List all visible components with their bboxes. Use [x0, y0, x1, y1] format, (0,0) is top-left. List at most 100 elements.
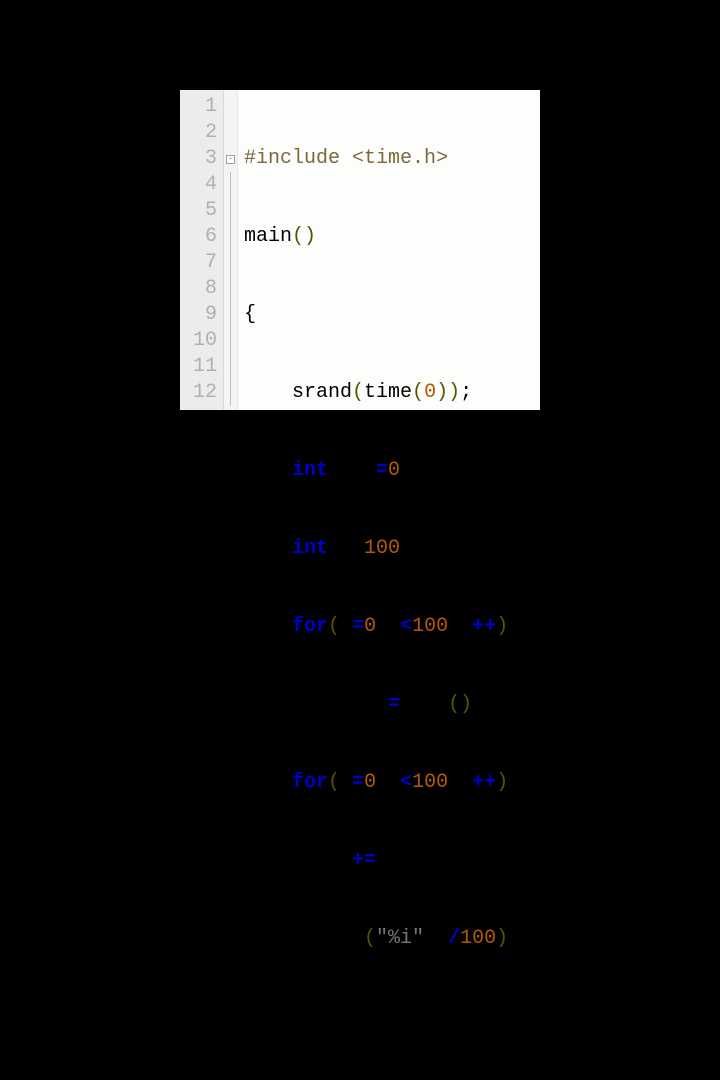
- operator-token: =: [352, 771, 364, 794]
- paren-token: ): [496, 927, 508, 950]
- paren-token: (: [328, 615, 340, 638]
- number-token: 100: [412, 615, 448, 638]
- line-number: 6: [180, 224, 217, 250]
- code-line: for(i=0;i<100;i++): [244, 770, 540, 796]
- brace-token: }: [244, 1005, 256, 1028]
- line-number: 2: [180, 120, 217, 146]
- number-token: 100: [412, 771, 448, 794]
- identifier-token: rand: [400, 693, 448, 716]
- paren-token: (: [412, 381, 424, 404]
- identifier-token: i: [460, 771, 472, 794]
- line-number: 8: [180, 276, 217, 302]
- bracket-token: ]: [376, 693, 388, 716]
- identifier-token: printf: [292, 927, 364, 950]
- operator-token: =: [376, 459, 388, 482]
- semicolon-token: ;: [460, 381, 472, 404]
- identifier-token: i: [340, 771, 352, 794]
- operator-token: ++: [472, 771, 496, 794]
- semicolon-token: ;: [472, 693, 484, 716]
- code-line: srand(time(0));: [244, 380, 540, 406]
- semicolon-token: ;: [376, 771, 388, 794]
- paren-token: (: [364, 927, 376, 950]
- line-number: 11: [180, 354, 217, 380]
- identifier-token: srand: [292, 381, 352, 404]
- identifier-token: a: [376, 849, 388, 872]
- semicolon-token: ;: [424, 849, 436, 872]
- operator-token: /: [448, 927, 460, 950]
- identifier-token: i: [364, 693, 376, 716]
- comma-token: ,: [424, 927, 436, 950]
- bracket-token: ]: [400, 537, 412, 560]
- code-editor: 1 2 3 4 5 6 7 8 9 10 11 12 - #include <t…: [180, 90, 540, 410]
- fold-toggle-icon[interactable]: -: [226, 155, 235, 164]
- code-line: s+=a[i];: [244, 848, 540, 874]
- semicolon-token: ;: [448, 615, 460, 638]
- keyword-token: for: [292, 615, 328, 638]
- line-number: 12: [180, 380, 217, 406]
- operator-token: =: [352, 615, 364, 638]
- angle-bracket-token: >: [436, 147, 448, 170]
- bracket-token: [: [352, 693, 364, 716]
- line-number: 5: [180, 198, 217, 224]
- semicolon-token: ;: [508, 927, 520, 950]
- identifier-token: i: [340, 615, 352, 638]
- operator-token: =: [388, 693, 400, 716]
- code-line: printf("%i",s/100);: [244, 926, 540, 952]
- identifier-token: a: [328, 537, 352, 560]
- code-line: }: [244, 1004, 540, 1030]
- semicolon-token: ;: [448, 771, 460, 794]
- operator-token: <: [400, 771, 412, 794]
- string-token: "%i": [376, 927, 424, 950]
- identifier-token: a: [340, 693, 352, 716]
- number-token: 0: [364, 615, 376, 638]
- paren-token: ): [496, 615, 508, 638]
- number-token: 100: [460, 927, 496, 950]
- number-token: 0: [388, 459, 400, 482]
- number-token: 0: [364, 771, 376, 794]
- header-name-token: time.h: [364, 147, 436, 170]
- line-number: 3: [180, 146, 217, 172]
- bracket-token: [: [352, 537, 364, 560]
- code-text-area[interactable]: #include <time.h> main() { srand(time(0)…: [238, 90, 540, 410]
- number-token: 100: [364, 537, 400, 560]
- keyword-token: int: [292, 459, 328, 482]
- code-line: a[i]=rand();: [244, 692, 540, 718]
- code-line: int i,s=0;: [244, 458, 540, 484]
- identifier-token: i: [388, 615, 400, 638]
- semicolon-token: ;: [412, 537, 424, 560]
- paren-token: ): [448, 381, 460, 404]
- operator-token: <: [400, 615, 412, 638]
- paren-token: ): [436, 381, 448, 404]
- line-number: 9: [180, 302, 217, 328]
- keyword-token: int: [292, 537, 328, 560]
- code-line: for(i=0;i<100;i++): [244, 614, 540, 640]
- paren-token: ): [496, 771, 508, 794]
- paren-token: (: [328, 771, 340, 794]
- paren-token: (: [448, 693, 460, 716]
- code-line: {: [244, 302, 540, 328]
- angle-bracket-token: <: [352, 147, 364, 170]
- identifier-token: s: [340, 849, 352, 872]
- identifier-token: main: [244, 225, 292, 248]
- line-number: 7: [180, 250, 217, 276]
- paren-token: ): [304, 225, 316, 248]
- code-line: #include <time.h>: [244, 146, 540, 172]
- line-number: 1: [180, 94, 217, 120]
- paren-token: ): [460, 693, 472, 716]
- keyword-token: for: [292, 771, 328, 794]
- identifier-token: i: [388, 771, 400, 794]
- semicolon-token: ;: [376, 615, 388, 638]
- identifier-token: i: [460, 615, 472, 638]
- number-token: 0: [424, 381, 436, 404]
- identifier-token: i,s: [328, 459, 376, 482]
- paren-token: (: [352, 381, 364, 404]
- bracket-token: [: [388, 849, 400, 872]
- brace-token: {: [244, 303, 256, 326]
- identifier-token: s: [436, 927, 448, 950]
- line-number: 4: [180, 172, 217, 198]
- identifier-token: i: [400, 849, 412, 872]
- paren-token: (: [292, 225, 304, 248]
- identifier-token: time: [364, 381, 412, 404]
- line-number: 10: [180, 328, 217, 354]
- code-line: main(): [244, 224, 540, 250]
